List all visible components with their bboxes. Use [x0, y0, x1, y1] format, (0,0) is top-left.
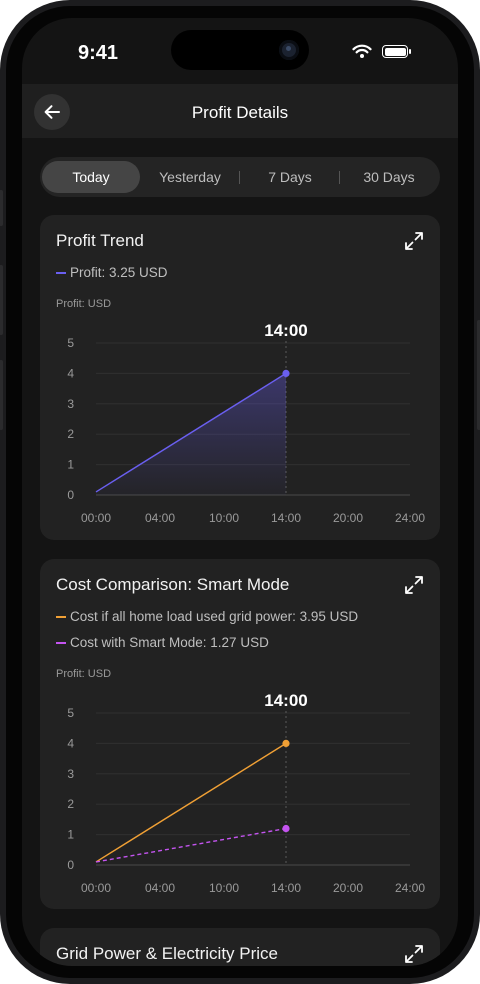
x-tick-label: 10:00 [209, 881, 239, 895]
x-tick-label: 20:00 [333, 881, 363, 895]
series-point [282, 369, 290, 377]
series-line [95, 742, 287, 863]
legend-swatch [56, 615, 66, 618]
volume-up-button [0, 265, 3, 335]
y-tick-label: 1 [67, 828, 74, 842]
x-tick-label: 04:00 [145, 881, 175, 895]
y-tick-label: 3 [67, 767, 74, 781]
x-tick-label: 10:00 [209, 511, 239, 525]
y-tick-label: 4 [67, 366, 74, 380]
y-tick-label: 2 [67, 427, 74, 441]
y-tick-label: 2 [67, 797, 74, 811]
y-tick-label: 1 [67, 458, 74, 472]
x-tick-label: 00:00 [81, 511, 111, 525]
marker-time-label: 14:00 [264, 321, 307, 340]
grid-power-card: Grid Power & Electricity Price [40, 928, 440, 966]
y-tick-label: 4 [67, 736, 74, 750]
legend-swatch [56, 271, 66, 274]
x-tick-label: 20:00 [333, 511, 363, 525]
tab-30-days[interactable]: 30 Days [340, 161, 438, 193]
legend-swatch [56, 641, 66, 644]
y-tick-label: 0 [67, 488, 74, 502]
action-button [0, 190, 3, 226]
battery-icon [382, 45, 411, 58]
x-tick-label: 04:00 [145, 511, 175, 525]
volume-down-button [0, 360, 3, 430]
profit-trend-chart[interactable]: 0 1 2 3 4 5 00:00 04:00 10:00 14:00 20:00 24:00 14:0… [40, 315, 440, 535]
expand-icon[interactable] [404, 944, 424, 964]
tab-yesterday[interactable]: Yesterday [140, 161, 240, 193]
series-point [282, 824, 290, 833]
legend-smart-cost: Cost with Smart Mode: 1.27 USD [56, 635, 269, 650]
x-tick-label: 24:00 [395, 881, 425, 895]
x-tick-label: 14:00 [271, 881, 301, 895]
page-title: Profit Details [191, 103, 289, 122]
legend-profit: Profit: 3.25 USD [56, 265, 168, 280]
legend-label: Profit: 3.25 USD [70, 265, 168, 280]
tab-7-days[interactable]: 7 Days [240, 161, 340, 193]
x-tick-label: 24:00 [395, 511, 425, 525]
wifi-icon [352, 44, 372, 58]
phone-frame: 9:41 Profit Details Today Yesterday 7 Da… [0, 0, 480, 984]
legend-label: Cost with Smart Mode: 1.27 USD [70, 635, 269, 650]
card-title: Grid Power & Electricity Price [56, 944, 278, 963]
y-axis-unit-label: Profit: USD [56, 668, 112, 680]
legend-grid-cost: Cost if all home load used grid power: 3… [56, 609, 358, 624]
y-tick-label: 3 [67, 397, 74, 411]
series-point [282, 739, 290, 747]
y-axis-unit-label: Profit: USD [56, 298, 112, 310]
y-tick-label: 0 [67, 858, 74, 872]
status-icons [352, 44, 411, 59]
card-title: Profit Trend [56, 231, 144, 250]
profit-trend-card: Profit Trend Profit: 3.25 USD Profit: US… [40, 215, 440, 540]
card-title: Cost Comparison: Smart Mode [56, 575, 290, 594]
status-time: 9:41 [78, 42, 119, 64]
screen: 9:41 Profit Details Today Yesterday 7 Da… [22, 18, 458, 966]
cost-comparison-chart[interactable]: 0 1 2 3 4 5 00:00 04:00 10:00 14:00 20:00 24:00 14:0… [40, 685, 440, 905]
x-tick-label: 00:00 [81, 881, 111, 895]
x-tick-label: 14:00 [271, 511, 301, 525]
series-line [95, 827, 287, 863]
tab-today[interactable]: Today [42, 161, 140, 193]
cost-comparison-card: Cost Comparison: Smart Mode Cost if all … [40, 559, 440, 909]
y-tick-label: 5 [67, 706, 74, 720]
period-tabs: Today Yesterday 7 Days 30 Days [40, 157, 440, 197]
y-tick-label: 5 [67, 336, 74, 350]
dynamic-island [171, 30, 309, 70]
marker-time-label: 14:00 [264, 691, 307, 710]
legend-label: Cost if all home load used grid power: 3… [70, 609, 359, 624]
camera-icon [279, 40, 299, 60]
expand-icon[interactable] [404, 231, 424, 251]
expand-icon[interactable] [404, 575, 424, 595]
nav-bar: Profit Details [22, 84, 458, 138]
